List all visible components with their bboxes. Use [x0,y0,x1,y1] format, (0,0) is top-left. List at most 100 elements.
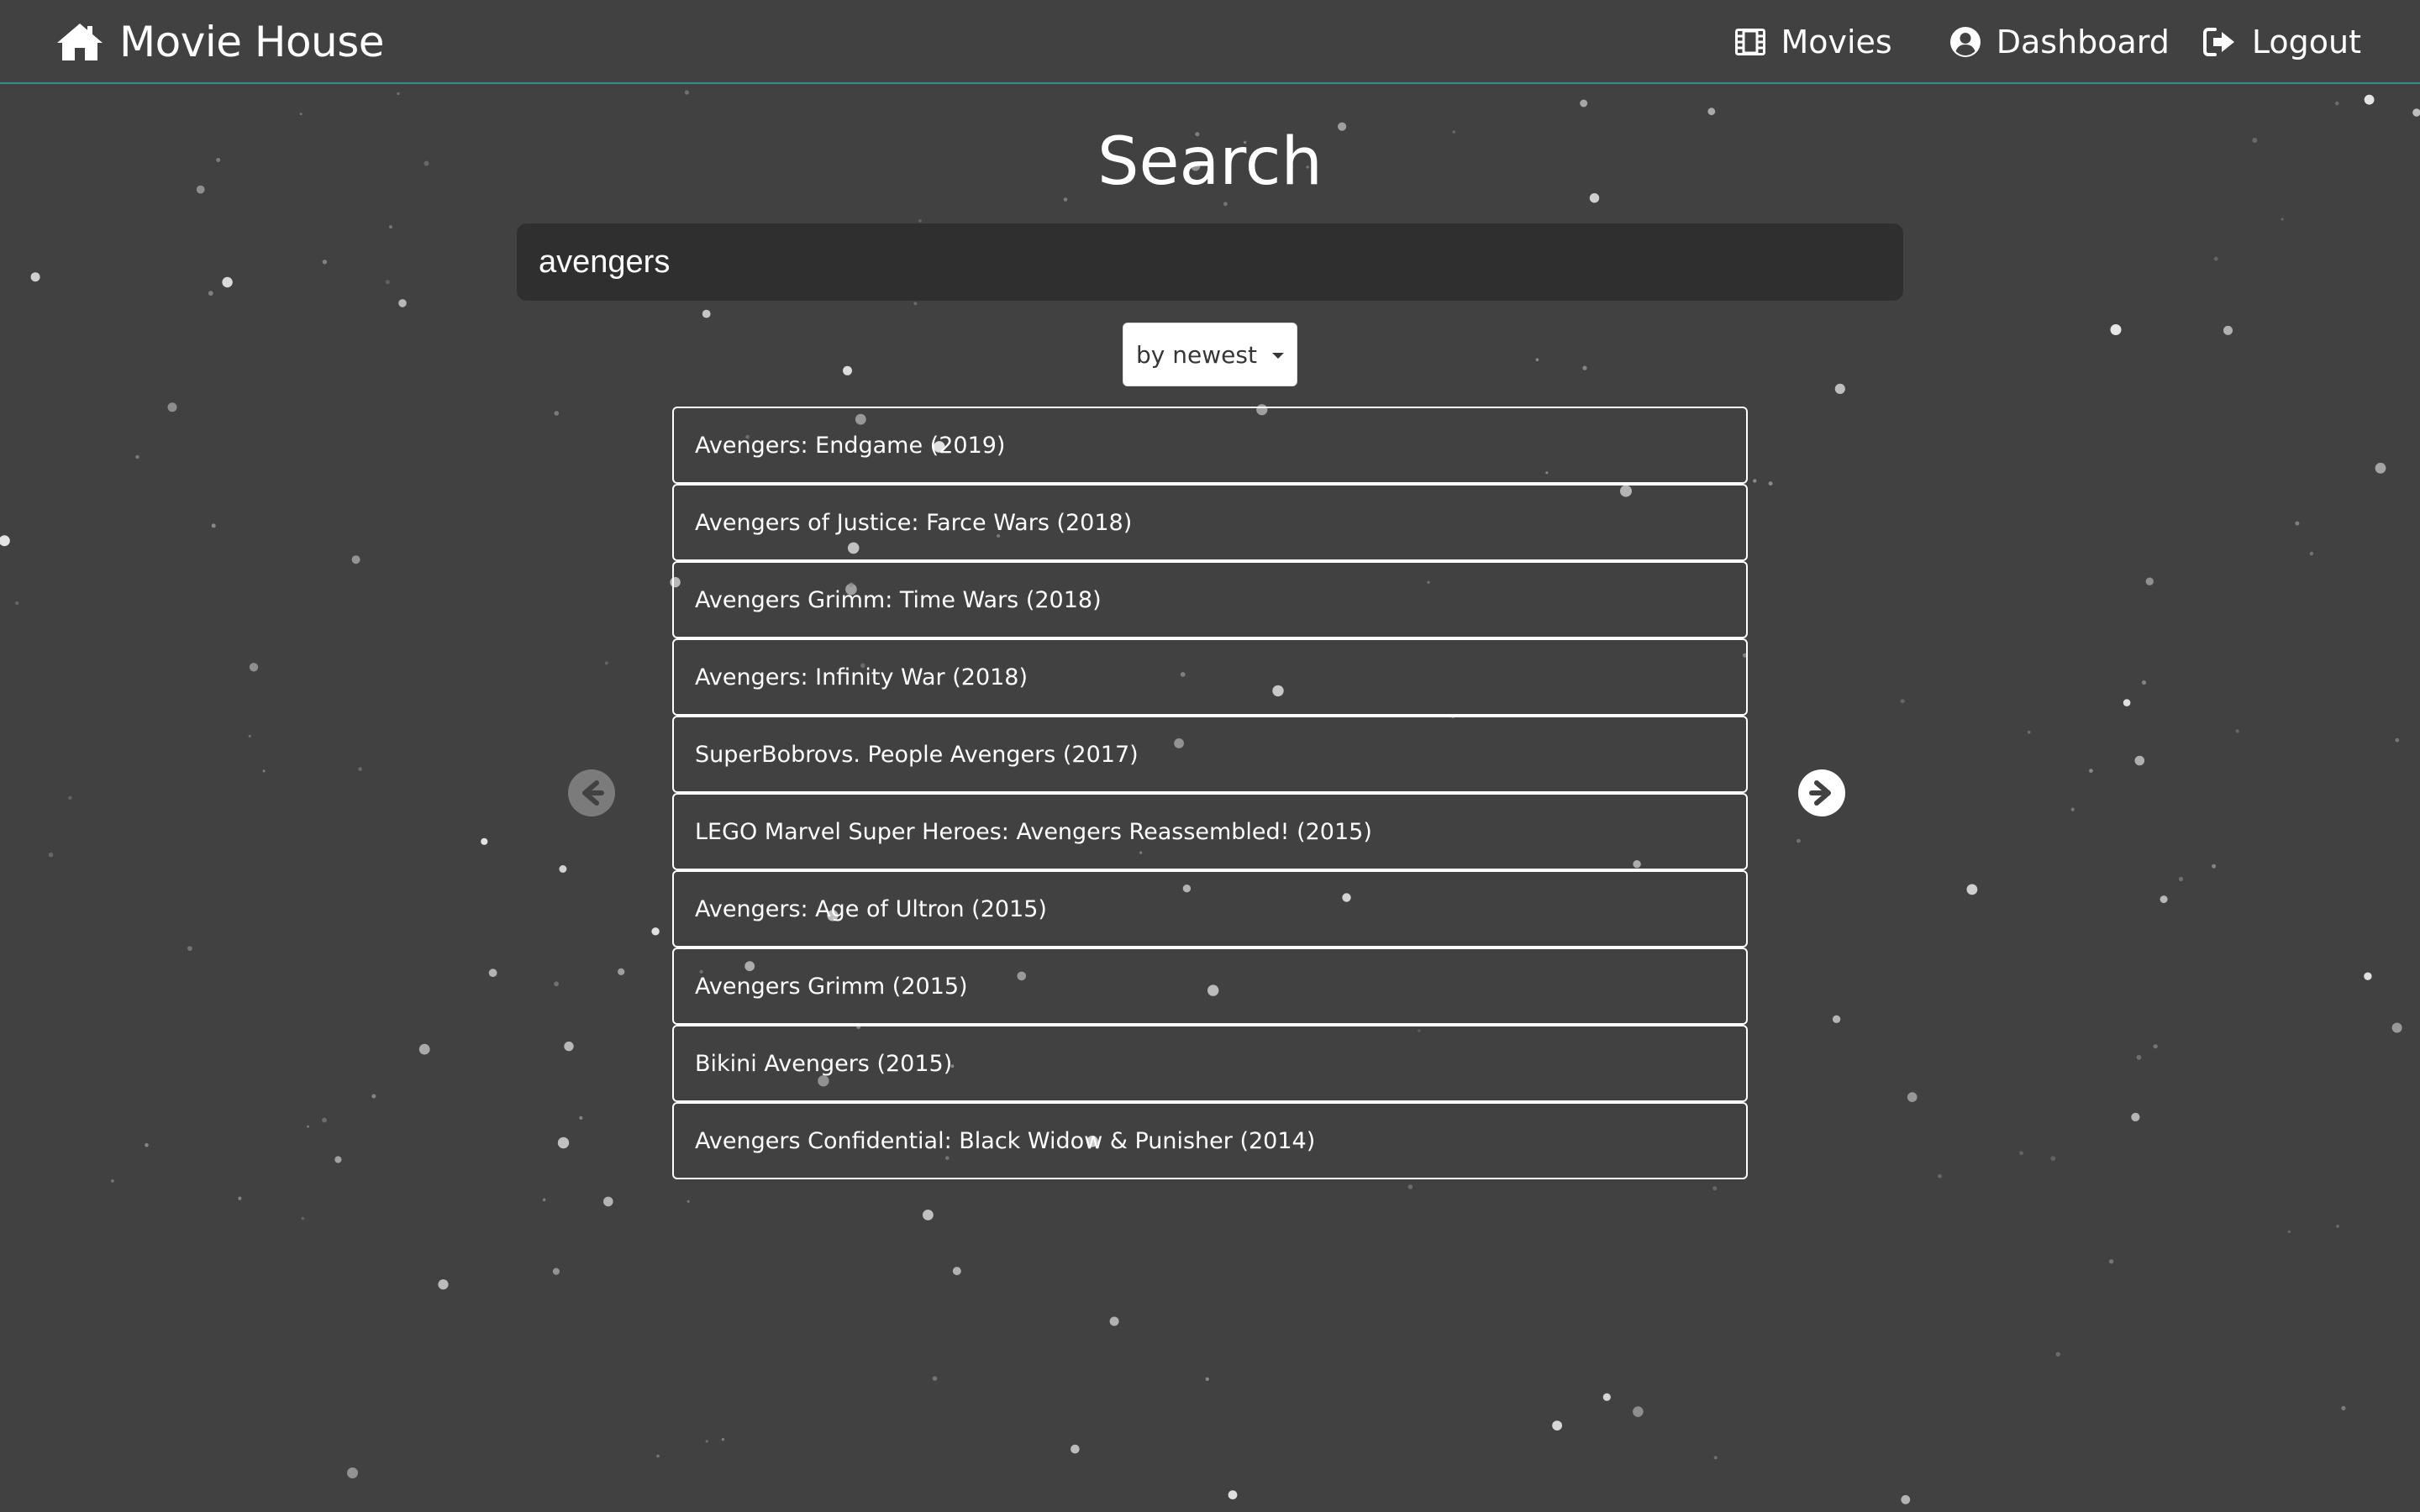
star-dot [30,272,40,282]
star-dot [684,90,690,95]
star-dot [2412,108,2420,117]
result-item[interactable]: LEGO Marvel Super Heroes: Avengers Reass… [672,793,1748,870]
star-dot [249,663,259,672]
nav-dashboard-label: Dashboard [1996,24,2170,60]
star-dot [211,523,216,528]
result-title: Avengers: Endgame (2019) [695,432,1006,459]
star-dot [2160,895,2168,904]
result-title: Avengers: Age of Ultron (2015) [695,895,1047,922]
star-dot [1907,1092,1918,1102]
star-dot [2235,729,2239,733]
star-dot [932,1376,938,1381]
star-dot [438,1279,449,1290]
result-item[interactable]: Bikini Avengers (2015) [672,1025,1748,1102]
result-title: Bikini Avengers (2015) [695,1050,953,1077]
star-dot [1768,481,1773,486]
star-dot [358,767,362,771]
star-dot [1223,202,1228,207]
star-dot [1580,99,1588,108]
result-item[interactable]: Avengers: Age of Ultron (2015) [672,870,1748,948]
brand-link[interactable]: Movie House [55,15,385,69]
nav-logout-label: Logout [2251,24,2361,60]
star-dot [2055,1352,2060,1357]
star-dot [2131,1112,2140,1121]
star-dot [111,1179,114,1183]
arrow-left-circle-icon [568,769,615,816]
star-dot [1582,365,1587,370]
star-dot [2019,1151,2023,1156]
sort-dropdown[interactable]: by newest [1123,323,1297,386]
star-dot [1966,884,1978,895]
previous-page-button[interactable] [568,769,615,816]
star-dot [2336,1225,2339,1228]
star-dot [1797,838,1801,843]
result-item[interactable]: Avengers Confidential: Black Widow & Pun… [672,1102,1748,1179]
star-dot [2287,1230,2291,1233]
star-dot [2395,738,2400,743]
star-dot [68,795,72,801]
star-dot [488,969,497,978]
star-dot [0,535,10,547]
nav-logout-link[interactable]: Logout [2202,24,2361,60]
star-dot [322,260,328,265]
star-dot [2213,256,2218,261]
star-dot [248,734,251,738]
star-dot [1900,699,1905,704]
next-page-button[interactable] [1798,769,1845,816]
home-icon [55,22,104,62]
star-dot [2212,864,2217,869]
star-dot [2391,1022,2402,1033]
nav-movies-link[interactable]: Movies [1735,24,1892,60]
star-dot [542,1198,546,1202]
star-dot [2375,462,2386,474]
star-dot [238,1196,242,1200]
result-title: LEGO Marvel Super Heroes: Avengers Reass… [695,818,1372,845]
star-dot [2341,1405,2346,1410]
star-dot [2134,755,2145,766]
star-dot [651,927,660,936]
results-list: Avengers: Endgame (2019) Avengers of Jus… [672,407,1748,1179]
result-item[interactable]: Avengers: Endgame (2019) [672,407,1748,484]
nav-dashboard-link[interactable]: Dashboard [1949,24,2170,60]
result-item[interactable]: SuperBobrovs. People Avengers (2017) [672,716,1748,793]
star-dot [1713,1456,1718,1460]
star-dot [2027,730,2031,734]
result-item[interactable]: Avengers: Infinity War (2018) [672,638,1748,716]
arrow-right-circle-icon [1798,769,1845,816]
star-dot [301,1216,305,1221]
film-icon [1735,29,1766,55]
star-dot [1707,108,1716,116]
star-dot [1834,383,1845,394]
star-dot [187,946,192,951]
star-dot [347,1467,358,1478]
star-dot [145,1142,149,1147]
star-dot [1228,1490,1238,1499]
star-dot [2136,1054,2142,1060]
result-title: Avengers: Infinity War (2018) [695,664,1028,690]
star-dot [262,769,266,773]
result-item[interactable]: Avengers Grimm (2015) [672,948,1748,1025]
star-dot [2050,1156,2056,1162]
star-dot [334,1156,342,1163]
star-dot [322,1117,327,1123]
star-dot [952,1267,961,1276]
caret-down-icon [1271,353,1284,359]
star-dot [307,1125,309,1128]
result-item[interactable]: Avengers of Justice: Farce Wars (2018) [672,484,1748,561]
star-dot [2145,577,2154,585]
star-dot [299,113,302,116]
star-dot [481,837,488,845]
star-dot [398,299,407,307]
star-dot [1407,1184,1413,1189]
star-dot [918,219,922,223]
star-dot [2153,1044,2158,1049]
search-input[interactable] [517,223,1903,301]
star-dot [1633,1406,1644,1417]
star-dot [351,555,360,564]
star-dot [1938,1173,1943,1179]
result-title: SuperBobrovs. People Avengers (2017) [695,741,1139,768]
star-dot [923,1210,934,1221]
result-item[interactable]: Avengers Grimm: Time Wars (2018) [672,561,1748,638]
star-dot [2364,972,2372,980]
star-dot [397,92,400,96]
